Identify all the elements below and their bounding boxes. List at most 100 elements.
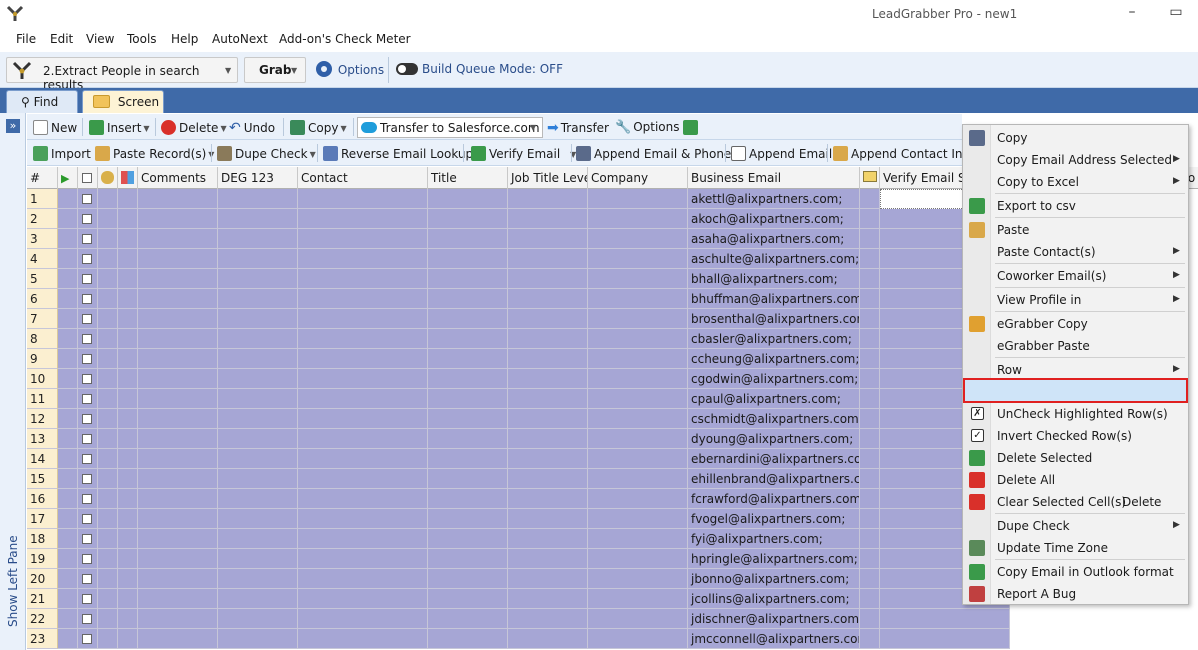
status-cell[interactable] [58,329,78,349]
header-deg-123[interactable]: DEG 123 [218,167,298,189]
menu-item-coworker-email-s[interactable]: Coworker Email(s) ▶ [963,265,1188,287]
job-level-cell[interactable] [508,469,588,489]
business-email-cell[interactable]: jcollins@alixpartners.com; [688,589,860,609]
color-cell[interactable] [118,529,138,549]
comments-cell[interactable] [138,589,218,609]
business-email-cell[interactable]: dyoung@alixpartners.com; [688,429,860,449]
status-cell[interactable] [58,409,78,429]
checkbox-cell[interactable] [78,609,98,629]
row-checkbox[interactable] [82,454,92,464]
business-email-cell[interactable]: ccheung@alixpartners.com; [688,349,860,369]
build-queue-toggle[interactable] [396,63,418,75]
menu-item-view-profile-in[interactable]: View Profile in ▶ [963,289,1188,311]
contact-cell[interactable] [298,549,428,569]
status-cell[interactable] [58,209,78,229]
job-level-cell[interactable] [508,309,588,329]
header-db[interactable] [98,167,118,189]
contact-cell[interactable] [298,629,428,649]
db-cell[interactable] [98,489,118,509]
checkbox-cell[interactable] [78,209,98,229]
contact-cell[interactable] [298,609,428,629]
row-number[interactable]: 18 [27,529,58,549]
status-cell[interactable] [58,629,78,649]
status-cell[interactable] [58,489,78,509]
table-row[interactable]: 22 jdischner@alixpartners.com; [27,609,1198,629]
row-checkbox[interactable] [82,594,92,604]
header-title[interactable]: Title [428,167,508,189]
job-level-cell[interactable] [508,269,588,289]
title-cell[interactable] [428,589,508,609]
email-icon-cell[interactable] [860,549,880,569]
row-number[interactable]: 16 [27,489,58,509]
color-cell[interactable] [118,609,138,629]
deg-cell[interactable] [218,589,298,609]
email-icon-cell[interactable] [860,509,880,529]
checkbox-cell[interactable] [78,229,98,249]
job-level-cell[interactable] [508,189,588,209]
row-checkbox[interactable] [82,434,92,444]
email-icon-cell[interactable] [860,529,880,549]
comments-cell[interactable] [138,349,218,369]
db-cell[interactable] [98,269,118,289]
row-number[interactable]: 17 [27,509,58,529]
job-level-cell[interactable] [508,549,588,569]
chevron-down-icon[interactable]: ▼ [291,66,297,75]
contact-cell[interactable] [298,289,428,309]
business-email-cell[interactable]: akettl@alixpartners.com; [688,189,860,209]
title-cell[interactable] [428,489,508,509]
menu-help[interactable]: Help [171,32,198,46]
job-level-cell[interactable] [508,609,588,629]
comments-cell[interactable] [138,429,218,449]
color-cell[interactable] [118,349,138,369]
business-email-cell[interactable]: cschmidt@alixpartners.com; [688,409,860,429]
row-number[interactable]: 20 [27,569,58,589]
minimize-button[interactable]: – [1112,4,1152,24]
checkbox-cell[interactable] [78,429,98,449]
row-checkbox[interactable] [82,354,92,364]
show-left-pane-label[interactable]: Show Left Pane [6,535,20,627]
checkbox-cell[interactable] [78,529,98,549]
row-checkbox[interactable] [82,274,92,284]
deg-cell[interactable] [218,629,298,649]
db-cell[interactable] [98,529,118,549]
email-icon-cell[interactable] [860,629,880,649]
email-icon-cell[interactable] [860,429,880,449]
transfer-options-button[interactable]: 🔧 Options [615,120,680,135]
company-cell[interactable] [588,329,688,349]
row-number[interactable]: 11 [27,389,58,409]
row-number[interactable]: 23 [27,629,58,649]
row-number[interactable]: 15 [27,469,58,489]
row-checkbox[interactable] [82,634,92,644]
email-icon-cell[interactable] [860,329,880,349]
company-cell[interactable] [588,209,688,229]
comments-cell[interactable] [138,529,218,549]
checkbox-cell[interactable] [78,589,98,609]
row-number[interactable]: 4 [27,249,58,269]
row-number[interactable]: 3 [27,229,58,249]
db-cell[interactable] [98,429,118,449]
email-icon-cell[interactable] [860,249,880,269]
deg-cell[interactable] [218,409,298,429]
contact-cell[interactable] [298,429,428,449]
color-cell[interactable] [118,229,138,249]
job-level-cell[interactable] [508,529,588,549]
menu-item-report-a-bug[interactable]: Report A Bug [963,583,1188,605]
title-cell[interactable] [428,389,508,409]
row-number[interactable]: 19 [27,549,58,569]
comments-cell[interactable] [138,309,218,329]
verify-email-button[interactable]: Verify Email ▼ [471,146,576,161]
contact-cell[interactable] [298,229,428,249]
deg-cell[interactable] [218,229,298,249]
email-icon-cell[interactable] [860,209,880,229]
deg-cell[interactable] [218,609,298,629]
color-cell[interactable] [118,449,138,469]
contact-cell[interactable] [298,189,428,209]
title-cell[interactable] [428,289,508,309]
color-cell[interactable] [118,429,138,449]
header-job-title-level[interactable]: Job Title Level [508,167,588,189]
status-cell[interactable] [58,589,78,609]
company-cell[interactable] [588,309,688,329]
options-button[interactable]: Options [314,59,384,79]
email-icon-cell[interactable] [860,289,880,309]
business-email-cell[interactable]: jbonno@alixpartners.com; [688,569,860,589]
